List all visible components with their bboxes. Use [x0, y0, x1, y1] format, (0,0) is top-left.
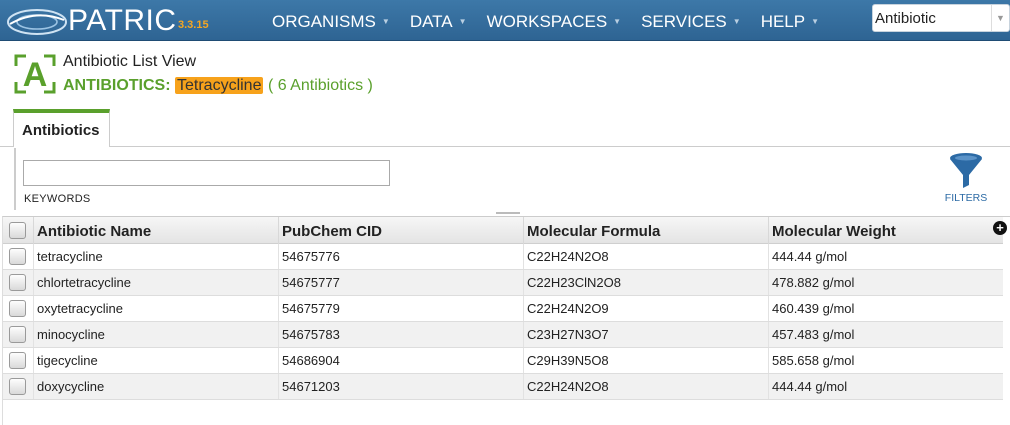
- keywords-input[interactable]: [23, 160, 390, 186]
- chevron-down-icon: ▼: [458, 17, 467, 26]
- page-subtitle: ANTIBIOTICS: Tetracycline ( 6 Antibiotic…: [63, 76, 373, 96]
- pubchem-cid-cell: 54675777: [279, 270, 524, 295]
- filters-label: FILTERS: [944, 192, 988, 204]
- patric-logo-icon: [7, 9, 67, 35]
- pubchem-cid-cell: 54675776: [279, 244, 524, 269]
- molecular-weight-cell: 478.882 g/mol: [772, 275, 855, 290]
- menu-help-label: HELP: [760, 12, 806, 31]
- section-label: ANTIBIOTICS:: [63, 77, 171, 94]
- molecular-formula-cell: C29H39N5O8: [524, 348, 769, 373]
- select-all-cell: [3, 217, 34, 244]
- table-row[interactable]: minocycline 54675783 C23H27N3O7 457.483 …: [3, 322, 1003, 348]
- col-pubchem-cid[interactable]: PubChem CID: [279, 217, 524, 244]
- pubchem-cid-cell: 54675783: [279, 322, 524, 347]
- search-dropdown-icon[interactable]: ▼: [991, 5, 1009, 31]
- table-row[interactable]: oxytetracycline 54675779 C22H24N2O9 460.…: [3, 296, 1003, 322]
- chevron-down-icon: ▼: [381, 17, 390, 26]
- result-count: ( 6 Antibiotics ): [267, 77, 373, 94]
- antibiotic-name-cell: tigecycline: [34, 348, 279, 373]
- search-term-highlight: Tetracycline: [175, 77, 264, 94]
- pubchem-cid-cell: 54675779: [279, 296, 524, 321]
- funnel-icon: [950, 153, 982, 188]
- row-select-cell: [3, 348, 34, 373]
- keywords-label: KEYWORDS: [24, 193, 91, 205]
- menu-data-label: DATA: [409, 12, 453, 31]
- app-version: 3.3.15: [178, 19, 209, 31]
- row-checkbox[interactable]: [9, 300, 26, 317]
- antibiotic-name-cell: doxycycline: [34, 374, 279, 399]
- row-select-cell: [3, 244, 34, 269]
- table-header-row: Antibiotic Name PubChem CID Molecular Fo…: [3, 217, 1003, 244]
- tab-divider: [0, 146, 1010, 147]
- antibiotic-name-cell: minocycline: [34, 322, 279, 347]
- antibiotic-icon-letter: A: [23, 56, 48, 94]
- antibiotic-name-cell: chlortetracycline: [34, 270, 279, 295]
- menu-data[interactable]: DATA ▼: [410, 0, 467, 41]
- antibiotic-name-cell: tetracycline: [34, 244, 279, 269]
- app-name: PATRIC: [68, 4, 177, 37]
- menu-workspaces-label: WORKSPACES: [486, 12, 608, 31]
- main-menu: ORGANISMS ▼ DATA ▼ WORKSPACES ▼ SERVICES ▼ H…: [272, 0, 839, 41]
- tab-antibiotics[interactable]: Antibiotics: [13, 109, 110, 147]
- chevron-down-icon: ▼: [811, 17, 820, 26]
- molecular-weight-cell: 457.483 g/mol: [772, 327, 855, 342]
- col-antibiotic-name[interactable]: Antibiotic Name: [34, 217, 279, 244]
- molecular-formula-cell: C22H24N2O8: [524, 244, 769, 269]
- pubchem-cid-cell: 54686904: [279, 348, 524, 373]
- menu-organisms[interactable]: ORGANISMS ▼: [272, 0, 390, 41]
- antibiotic-type-icon: A: [14, 54, 56, 94]
- molecular-weight-cell: 444.44 g/mol: [772, 249, 848, 264]
- antibiotics-table: Antibiotic Name PubChem CID Molecular Fo…: [2, 216, 1010, 425]
- row-select-cell: [3, 322, 34, 347]
- antibiotic-name-cell: oxytetracycline: [34, 296, 279, 321]
- menu-services[interactable]: SERVICES ▼: [641, 0, 741, 41]
- row-select-cell: [3, 296, 34, 321]
- row-checkbox[interactable]: [9, 326, 26, 343]
- table-row[interactable]: tetracycline 54675776 C22H24N2O8 444.44 …: [3, 244, 1003, 270]
- menu-organisms-label: ORGANISMS: [272, 12, 376, 31]
- menu-services-label: SERVICES: [641, 12, 727, 31]
- row-select-cell: [3, 270, 34, 295]
- chevron-down-icon: ▼: [613, 17, 622, 26]
- molecular-formula-cell: C22H23ClN2O8: [524, 270, 769, 295]
- pubchem-cid-cell: 54671203: [279, 374, 524, 399]
- molecular-weight-cell: 444.44 g/mol: [772, 379, 848, 394]
- molecular-formula-cell: C22H24N2O8: [524, 374, 769, 399]
- panel-left-border: [14, 148, 16, 210]
- table-row[interactable]: chlortetracycline 54675777 C22H23ClN2O8 …: [3, 270, 1003, 296]
- menu-workspaces[interactable]: WORKSPACES ▼: [487, 0, 622, 41]
- molecular-formula-cell: C23H27N3O7: [524, 322, 769, 347]
- table-row[interactable]: doxycycline 54671203 C22H24N2O8 444.44 g…: [3, 374, 1003, 400]
- row-checkbox[interactable]: [9, 274, 26, 291]
- molecular-formula-cell: C22H24N2O9: [524, 296, 769, 321]
- molecular-weight-cell: 585.658 g/mol: [772, 353, 855, 368]
- row-checkbox[interactable]: [9, 352, 26, 369]
- table-row[interactable]: tigecycline 54686904 C29H39N5O8 585.658 …: [3, 348, 1003, 374]
- col-molecular-formula[interactable]: Molecular Formula: [524, 217, 769, 244]
- chevron-down-icon: ▼: [732, 17, 741, 26]
- row-checkbox[interactable]: [9, 378, 26, 395]
- molecular-weight-cell: 460.439 g/mol: [772, 301, 855, 316]
- panel-splitter-handle[interactable]: [496, 212, 520, 214]
- row-checkbox[interactable]: [9, 248, 26, 265]
- global-search: ▼: [872, 4, 1010, 32]
- app-logo[interactable]: PATRIC 3.3.15: [6, 3, 266, 39]
- top-nav-bar: PATRIC 3.3.15 ORGANISMS ▼ DATA ▼ WORKSPACE…: [0, 0, 1010, 41]
- page-view-title: Antibiotic List View: [63, 53, 197, 70]
- select-all-checkbox[interactable]: [9, 222, 26, 239]
- menu-help[interactable]: HELP ▼: [761, 0, 819, 41]
- row-select-cell: [3, 374, 34, 399]
- col-molecular-weight[interactable]: Molecular Weight: [769, 217, 1003, 244]
- global-search-input[interactable]: [873, 5, 993, 31]
- add-column-icon[interactable]: +: [993, 221, 1007, 235]
- filters-button[interactable]: FILTERS: [936, 152, 996, 206]
